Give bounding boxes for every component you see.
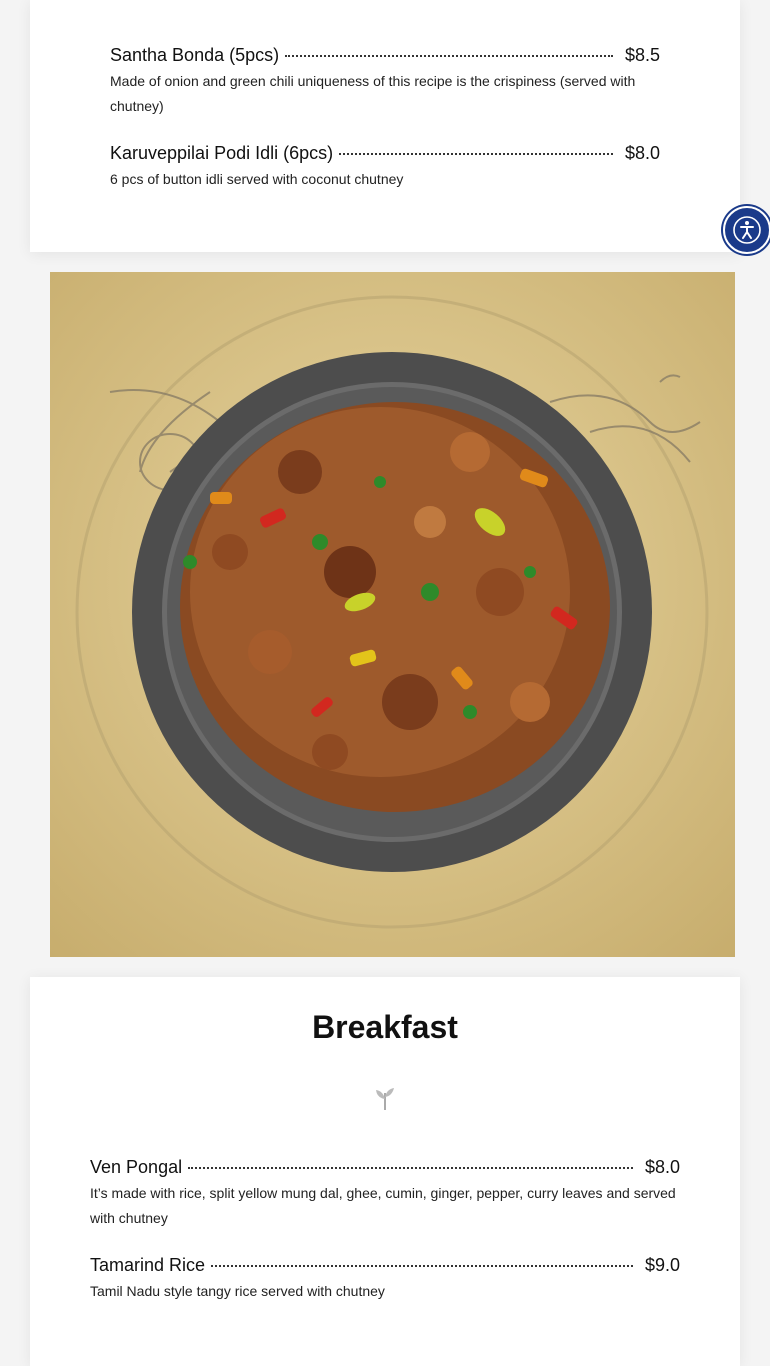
menu-item-name: Tamarind Rice bbox=[90, 1255, 206, 1275]
menu-item-name: Karuveppilai Podi Idli (6pcs) bbox=[110, 143, 334, 163]
menu-item: Santha Bonda (5pcs) $8.5 Made of onion a… bbox=[110, 45, 660, 119]
dotted-leader bbox=[188, 1167, 633, 1169]
dotted-leader bbox=[285, 55, 613, 57]
menu-item-price: $8.0 bbox=[644, 1157, 680, 1177]
menu-item-price: $8.5 bbox=[624, 45, 660, 65]
dotted-leader bbox=[211, 1265, 633, 1267]
accessibility-icon bbox=[733, 216, 761, 244]
menu-item-name: Santha Bonda (5pcs) bbox=[110, 45, 280, 65]
menu-item-price: $8.0 bbox=[624, 143, 660, 163]
menu-item: Tamarind Rice $9.0 Tamil Nadu style tang… bbox=[90, 1255, 680, 1304]
menu-item-price: $9.0 bbox=[644, 1255, 680, 1275]
leaf-icon bbox=[376, 1088, 394, 1110]
menu-item-description: It’s made with rice, split yellow mung d… bbox=[90, 1185, 676, 1226]
menu-item: Ven Pongal $8.0 It’s made with rice, spl… bbox=[90, 1157, 680, 1231]
menu-item-description: 6 pcs of button idli served with coconut… bbox=[110, 171, 404, 187]
menu-card-breakfast: Breakfast Ven Pongal $8.0 It’s made with… bbox=[30, 977, 740, 1366]
accessibility-button[interactable] bbox=[723, 206, 770, 254]
food-photo bbox=[50, 272, 735, 957]
menu-item: Karuveppilai Podi Idli (6pcs) $8.0 6 pcs… bbox=[110, 143, 660, 192]
menu-card-top: Santha Bonda (5pcs) $8.5 Made of onion a… bbox=[30, 0, 740, 252]
section-title: Breakfast bbox=[312, 1009, 458, 1045]
dotted-leader bbox=[339, 153, 613, 155]
menu-item-description: Made of onion and green chili uniqueness… bbox=[110, 73, 636, 114]
menu-item-name: Ven Pongal bbox=[90, 1157, 183, 1177]
menu-item-description: Tamil Nadu style tangy rice served with … bbox=[90, 1283, 385, 1299]
